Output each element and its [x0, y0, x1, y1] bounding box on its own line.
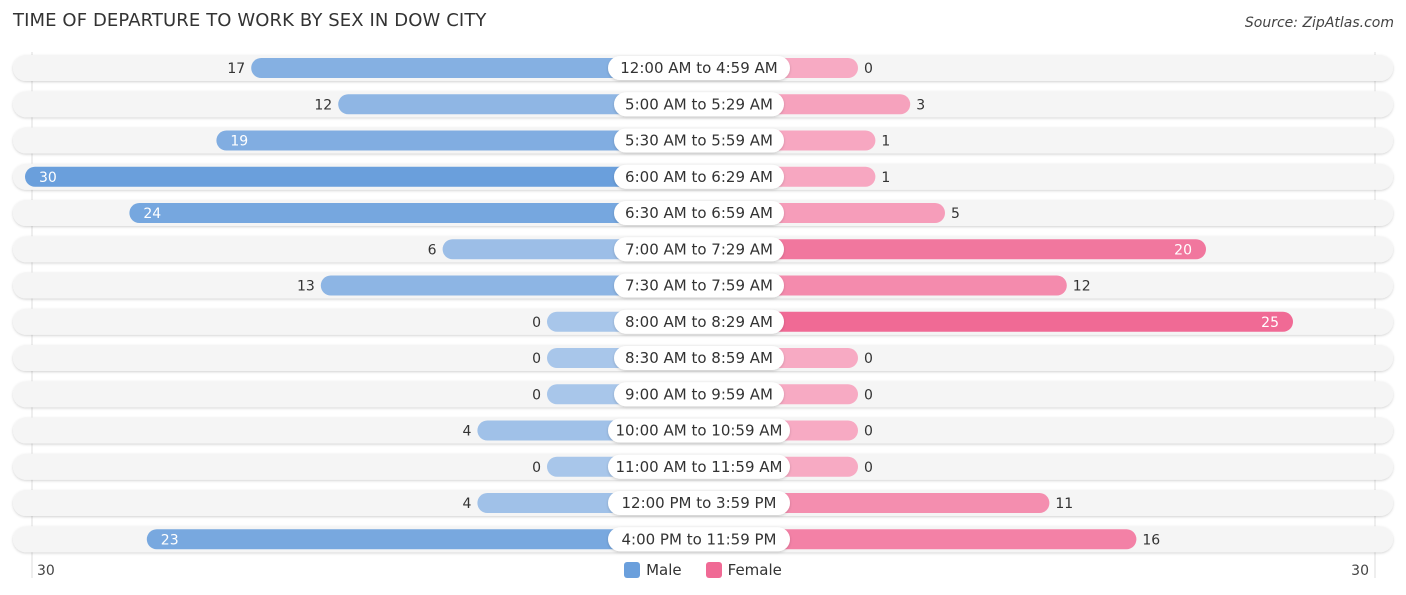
- female-value-label: 1: [881, 170, 890, 186]
- category-label: 12:00 PM to 3:59 PM: [621, 494, 776, 512]
- female-value-label: 12: [1073, 279, 1091, 295]
- female-value-label: 16: [1142, 532, 1160, 548]
- legend-swatch-male: [624, 562, 641, 578]
- legend-label-male: Male: [646, 561, 682, 579]
- male-value-label: 0: [532, 351, 541, 367]
- female-value-label: 3: [916, 97, 925, 113]
- male-value-label: 0: [532, 315, 541, 331]
- category-label: 11:00 AM to 11:59 AM: [616, 458, 783, 476]
- category-label: 12:00 AM to 4:59 AM: [620, 59, 777, 77]
- category-label: 8:30 AM to 8:59 AM: [625, 349, 773, 367]
- female-bar: [703, 311, 1293, 332]
- male-value-label: 13: [297, 279, 315, 295]
- category-label: 6:00 AM to 6:29 AM: [625, 168, 773, 186]
- male-value-label: 23: [161, 532, 179, 548]
- male-value-label: 12: [314, 97, 332, 113]
- category-label: 5:00 AM to 5:29 AM: [625, 95, 773, 113]
- male-value-label: 0: [532, 387, 541, 403]
- female-value-label: 0: [864, 351, 873, 367]
- male-bar: [25, 166, 703, 187]
- female-value-label: 0: [864, 61, 873, 77]
- legend: Male Female: [0, 561, 1406, 579]
- category-label: 6:30 AM to 6:59 AM: [625, 204, 773, 222]
- legend-item-male: Male: [624, 561, 682, 579]
- male-value-label: 4: [462, 424, 471, 440]
- category-label: 9:00 AM to 9:59 AM: [625, 385, 773, 403]
- female-value-label: 11: [1055, 496, 1073, 512]
- female-value-label: 0: [864, 460, 873, 476]
- female-value-label: 0: [864, 387, 873, 403]
- female-value-label: 0: [864, 424, 873, 440]
- chart-canvas: 17 012:00 AM to 4:59 AM12 35:00 AM to 5:29…: [13, 52, 1393, 578]
- legend-label-female: Female: [727, 561, 782, 579]
- category-label: 8:00 AM to 8:29 AM: [625, 313, 773, 331]
- category-label: 7:30 AM to 7:59 AM: [625, 277, 773, 295]
- female-value-label: 20: [1174, 242, 1192, 258]
- category-label: 5:30 AM to 5:59 AM: [625, 132, 773, 150]
- male-value-label: 6: [428, 242, 437, 258]
- female-value-label: 25: [1261, 315, 1279, 331]
- male-value-label: 4: [462, 496, 471, 512]
- male-value-label: 17: [227, 61, 245, 77]
- legend-swatch-female: [705, 562, 722, 578]
- male-value-label: 0: [532, 460, 541, 476]
- category-label: 4:00 PM to 11:59 PM: [621, 530, 776, 548]
- female-value-label: 1: [881, 134, 890, 150]
- male-value-label: 24: [143, 206, 161, 222]
- category-label: 10:00 AM to 10:59 AM: [616, 422, 783, 440]
- female-value-label: 5: [951, 206, 960, 222]
- male-value-label: 19: [230, 134, 248, 150]
- male-value-label: 30: [39, 170, 57, 186]
- legend-item-female: Female: [705, 561, 782, 579]
- category-label: 7:00 AM to 7:29 AM: [625, 240, 773, 258]
